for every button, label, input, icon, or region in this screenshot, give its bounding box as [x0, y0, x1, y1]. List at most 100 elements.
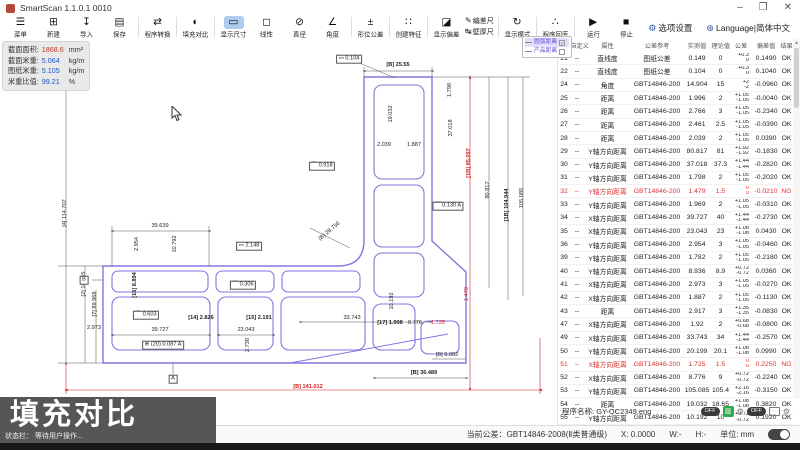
toolbar-item-new[interactable]: ⊞新建 — [37, 16, 70, 40]
toolbar-item-wall-thickness-ruler[interactable]: ↹壁厚尺 — [465, 27, 494, 38]
wall-thickness-ruler-icon: ↹ — [465, 27, 472, 36]
table-row[interactable]: 26--距离GBT14846-2002.7663+1.05-1.05-0.234… — [558, 105, 793, 118]
toolbar-item-deviation-ruler[interactable]: ✎编差尺 — [465, 16, 494, 27]
table-row[interactable]: 41--X轴方向距离GBT14846-2002.9733+1.05-1.05-0… — [558, 278, 793, 291]
table-body: 21--直线度图纸公差0.1490+0.300.1490OK22--直线度图纸公… — [558, 52, 793, 425]
dim-label: 39.727 — [151, 328, 168, 334]
toolbar-item-create-feature[interactable]: ∷创建特征 — [392, 16, 425, 40]
dim-label: 1.887 — [407, 143, 421, 149]
toolbar-item-stop[interactable]: ■停止 — [610, 16, 643, 40]
toolbar-item-run[interactable]: ▶运行 — [577, 16, 610, 40]
coord-w: W:- — [669, 430, 681, 439]
dim-label: 39.639 — [151, 224, 168, 230]
unit-toggle[interactable] — [768, 429, 790, 440]
overlay-status-text: 状态栏： 等待用户操作... — [5, 431, 83, 441]
create-feature-icon: ∷ — [399, 16, 419, 29]
dim-label: 10.192 — [390, 292, 396, 309]
toolbar-item-angle[interactable]: ∠角度 — [316, 16, 349, 40]
table-row[interactable]: 43--距离GBT14846-2002.9173+1.35-1.35-0.083… — [558, 305, 793, 318]
toolbar-item-show-deviation[interactable]: ◪显示偏差 — [430, 16, 463, 40]
dim-label: 2.973 — [87, 326, 101, 332]
legend-item[interactable]: 产品距离 — [525, 47, 569, 56]
dim-label: ▭ 2.148 — [236, 242, 262, 251]
table-row[interactable]: 22--直线度图纸公差0.1040+0.300.1040OK — [558, 65, 793, 78]
settings-gear-icon-1[interactable]: ⚙ — [737, 407, 744, 416]
table-row[interactable]: 36--Y轴方向距离GBT14846-2002.9543+1.05-1.05-0… — [558, 238, 793, 251]
dim-label: [14] 2.826 — [188, 316, 214, 322]
frame-icon[interactable] — [769, 407, 780, 416]
toolbar-item-menu[interactable]: ☰菜单 — [4, 16, 37, 40]
legend-item[interactable]: 圆弧距离✓ — [525, 38, 569, 47]
table-row[interactable]: 33--Y轴方向距离GBT14846-2001.9692+1.05-1.05-0… — [558, 198, 793, 211]
report-icon[interactable]: ▥ — [723, 406, 734, 417]
toolbar-item-gdt[interactable]: ±形位公差 — [354, 16, 387, 40]
dim-label: [1B] 104.944 — [505, 189, 511, 222]
dim-label: ⊕ (20) 0.087 A — [142, 341, 184, 350]
dim-label: [15] 2.191 — [246, 316, 272, 322]
table-row[interactable]: 25--距离GBT14846-2001.9962+1.05-1.05-0.004… — [558, 92, 793, 105]
program-convert-icon: ⇄ — [148, 16, 168, 29]
unit-value: mm — [741, 430, 754, 439]
table-row[interactable]: 52--X轴方向距离GBT14846-2008.7769+0.72-0.72-0… — [558, 372, 793, 385]
import-icon: ↧ — [77, 16, 97, 29]
dim-label: 23.043 — [237, 328, 254, 334]
table-row[interactable]: 42--X轴方向距离GBT14846-2001.8872+1.05-1.05-0… — [558, 292, 793, 305]
table-row[interactable]: 29--Y轴方向距离GBT14846-20080.81781+1.92-1.92… — [558, 145, 793, 158]
dim-label: [1B] 85.097 — [467, 148, 473, 178]
dim-label: ⌒ 0.130 A — [432, 202, 463, 211]
table-row[interactable]: 39--Y轴方向距离GBT14846-2001.7822+1.05-1.05-0… — [558, 252, 793, 265]
language-button[interactable]: ⊛Language|简体中文 — [706, 22, 790, 34]
table-row[interactable]: 40--Y轴方向距离GBT14846-2008.9368.9+0.72-0.72… — [558, 265, 793, 278]
column-header: 属性 — [585, 40, 630, 50]
toolbar-separator — [214, 17, 215, 37]
table-row[interactable]: 24--角度GBT14846-20014.90415+2-2-0.0960OK — [558, 79, 793, 92]
table-row[interactable]: 32--Y轴方向距离GBT14846-2001.4791.500-0.0210N… — [558, 185, 793, 198]
maximize-button[interactable]: ❐ — [759, 0, 768, 16]
toolbar-item-fill-compare[interactable]: ◐填充对比 — [179, 16, 212, 40]
table-row[interactable]: 21--直线度图纸公差0.1490+0.300.1490OK — [558, 52, 793, 65]
drawing-canvas[interactable]: [B] 25.55▭ 0.1041.79819.0322.0391.88737.… — [0, 38, 557, 425]
toolbar-item-program-convert[interactable]: ⇄程序转换 — [141, 16, 174, 40]
scroll-up-icon[interactable]: ▲ — [793, 40, 800, 46]
table-row[interactable]: 27--距离GBT14846-2002.4612.5+1.05-1.05-0.0… — [558, 119, 793, 132]
dim-label: 19.032 — [389, 105, 395, 122]
toolbar-item-import[interactable]: ↧导入 — [70, 16, 103, 40]
options-button[interactable]: ⚙选项设置 — [648, 22, 692, 34]
toolbar-item-show-dimensions[interactable]: ▭显示尺寸 — [217, 16, 250, 40]
stat-row: 图纸米重:5.105kg/m — [8, 66, 84, 77]
settings-gear-icon-2[interactable]: ⚙ — [783, 407, 790, 416]
table-row[interactable]: 35--X轴方向距离GBT14846-20023.04323+1.08-1.08… — [558, 225, 793, 238]
dim-label: 80.817 — [486, 181, 492, 198]
table-row[interactable]: 51--X轴方向距离GBT14846-2001.7251.5000.2250NG — [558, 358, 793, 371]
scrollbar-thumb[interactable] — [794, 48, 799, 108]
table-scrollbar[interactable]: ▲ — [793, 38, 800, 398]
table-row[interactable]: 50--Y轴方向距离GBT14846-20020.19920.1+1.08-1.… — [558, 345, 793, 358]
table-row[interactable]: 31--Y轴方向距离GBT14846-2001.7982+1.05-1.05-0… — [558, 172, 793, 185]
toolbar-item-linear[interactable]: ◻线性 — [250, 16, 283, 40]
minimize-button[interactable]: – — [737, 0, 743, 16]
table-row[interactable]: 28--距离GBT14846-2002.0392+1.05-1.050.0390… — [558, 132, 793, 145]
table-row[interactable]: 34--X轴方向距离GBT14846-20039.72740+1.44-1.44… — [558, 212, 793, 225]
legend-checkbox[interactable] — [559, 49, 565, 55]
dim-label: [B] 9.052 — [436, 353, 458, 359]
titlebar: SmartScan 1.1.0.1 0010 – ❐ ✕ — [0, 0, 800, 16]
dim-label: B — [80, 276, 89, 285]
dim-label: [B] 36.489 — [411, 371, 437, 377]
legend-checkbox[interactable]: ✓ — [559, 40, 565, 46]
table-row[interactable]: 49--X轴方向距离GBT14846-20033.74334+1.44-1.44… — [558, 332, 793, 345]
dim-label: 37.018 — [449, 119, 455, 136]
run-icon: ▶ — [583, 16, 603, 29]
legend-box: 圆弧距离✓产品距离 — [522, 36, 572, 58]
dim-label: 1.725 — [431, 321, 445, 327]
toolbar-item-diameter[interactable]: ⊘直径 — [283, 16, 316, 40]
dim-label: [4] 114.707 — [63, 199, 69, 227]
table-row[interactable]: 53--Y轴方向距离GBT14846-200105.085105.4+2.16-… — [558, 385, 793, 398]
table-row[interactable]: 47--X轴方向距离GBT14846-2001.922+0.68-0.68-0.… — [558, 318, 793, 331]
toolbar-item-save[interactable]: ▤保存 — [103, 16, 136, 40]
table-row[interactable]: 30--Y轴方向距离GBT14846-20037.01837.3+1.44-1.… — [558, 159, 793, 172]
toggle-off-1[interactable]: OFF — [701, 407, 720, 416]
close-button[interactable]: ✕ — [784, 0, 792, 16]
stat-row: 截面面积:1868.6mm² — [8, 45, 84, 56]
toggle-off-2[interactable]: OFF — [747, 407, 766, 416]
stat-row: 截面米重:5.064kg/m — [8, 56, 84, 67]
